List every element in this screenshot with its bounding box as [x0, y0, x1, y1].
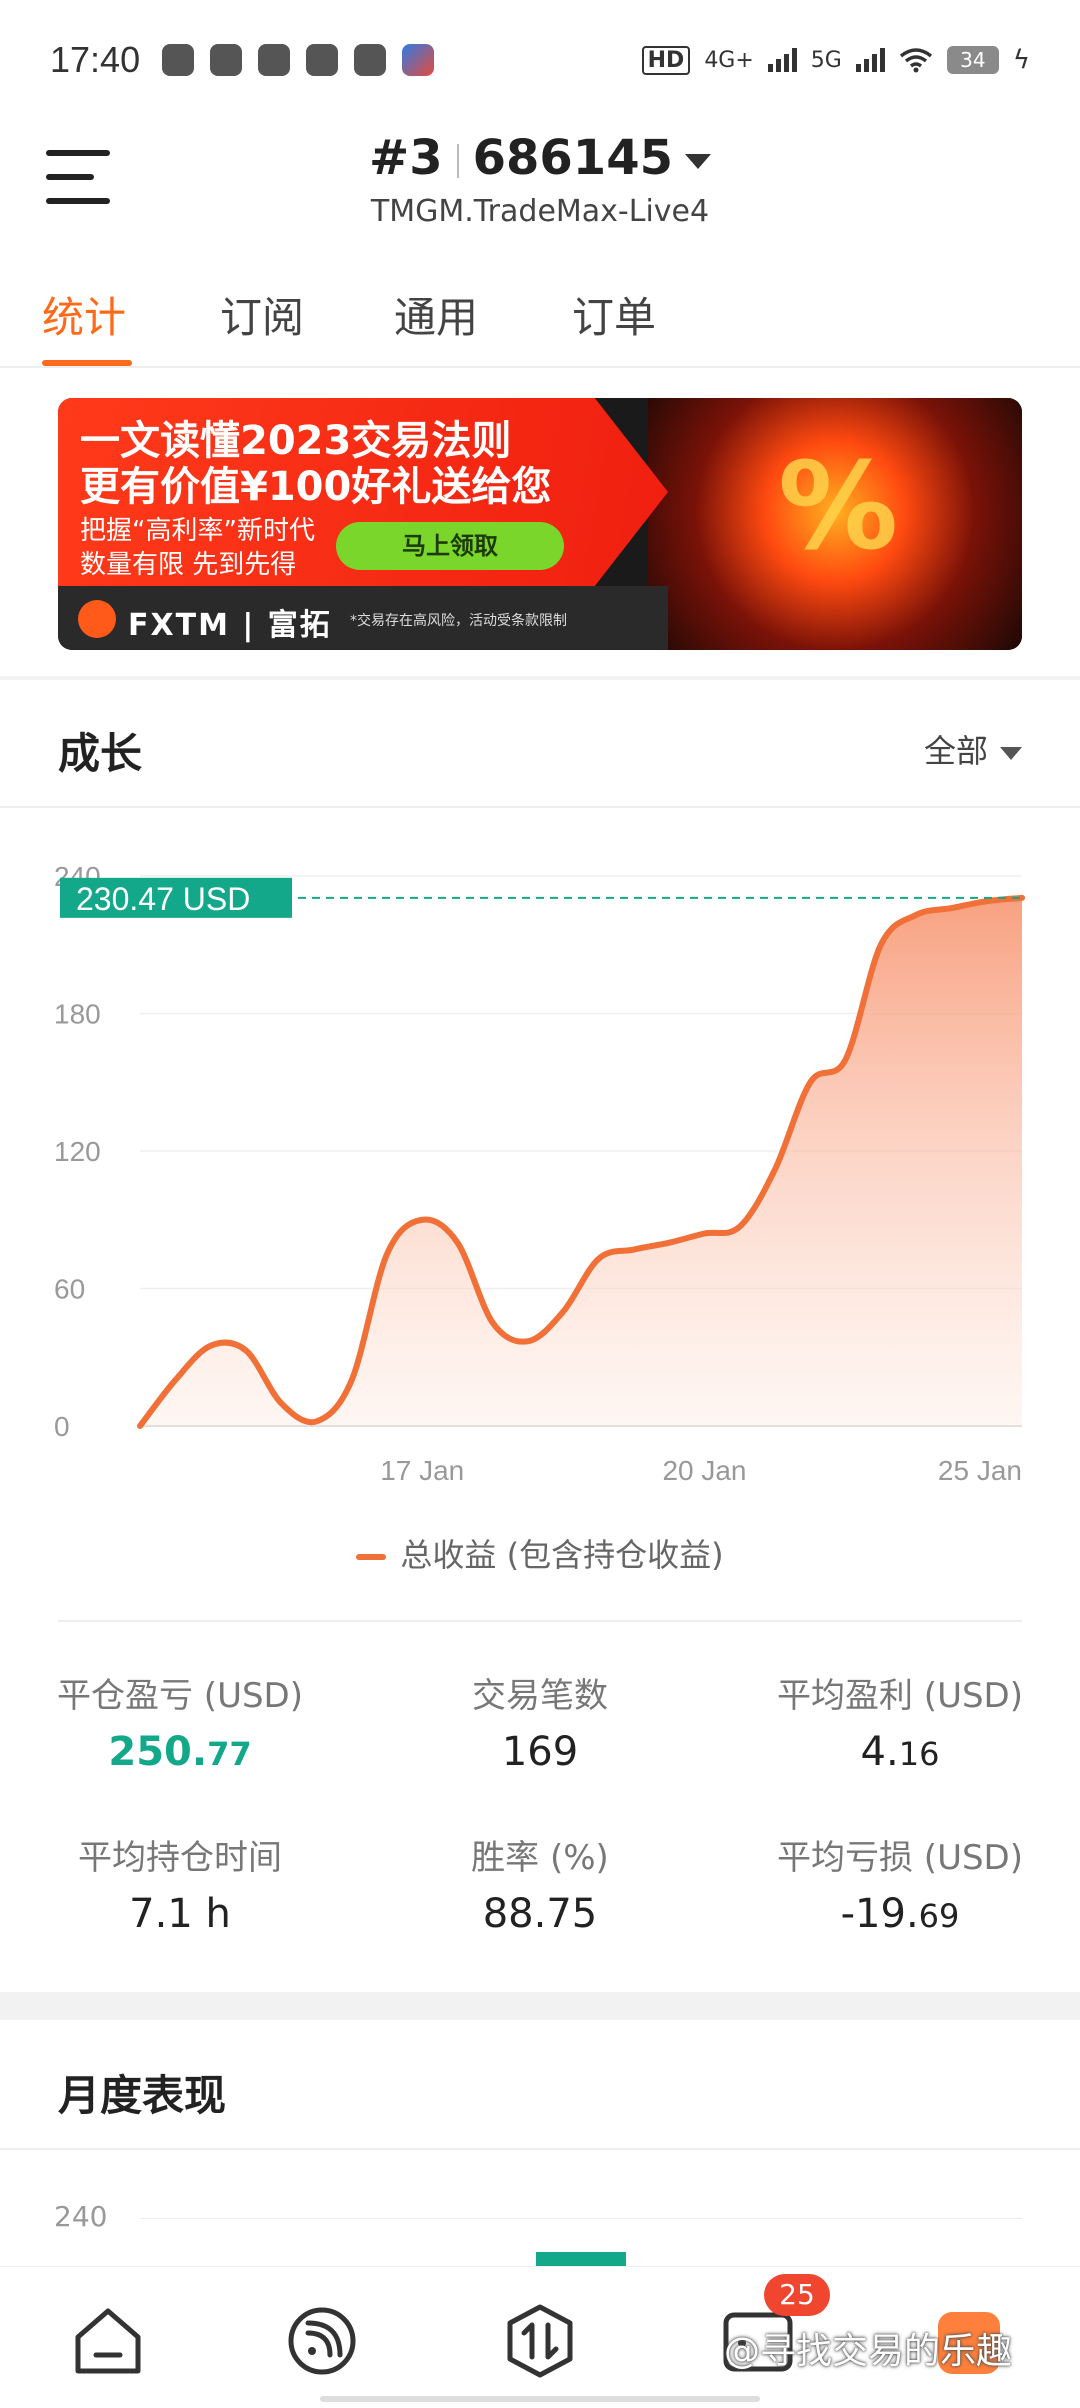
status-time: 17:40: [50, 39, 141, 80]
legend-swatch: [356, 1554, 387, 1560]
account-number: #3: [368, 130, 443, 186]
stats-divider: [58, 1620, 1022, 1622]
caret-down-icon: [1000, 746, 1022, 760]
stat-value: 250.77: [108, 1729, 252, 1775]
y-tick-label: 180: [54, 999, 101, 1030]
banner-percent-art: %: [778, 438, 899, 577]
banner-claim-button[interactable]: 马上领取: [336, 522, 564, 570]
app-notification-icon: [354, 44, 387, 76]
account-id: 686145: [472, 130, 673, 186]
tab-subscribe[interactable]: 订阅: [220, 284, 304, 345]
active-tab-indicator: [42, 360, 132, 366]
x-tick-label: 20 Jan: [662, 1455, 746, 1486]
brand-name: FXTM | 富拓: [128, 608, 332, 643]
growth-chart-svg: 060120180240 17 Jan 20 Jan 25 Jan 230.47 U…: [54, 861, 1025, 1486]
legend-label: 总收益 (包含持仓收益): [400, 1536, 724, 1574]
section-divider: [0, 806, 1080, 808]
feed-icon[interactable]: [284, 2303, 360, 2379]
stat-value: 169: [501, 1729, 579, 1775]
network-5g-label: 5G: [810, 47, 842, 73]
signal-icon: [767, 48, 797, 72]
stat-label: 胜率 (%): [471, 1838, 609, 1878]
stat-value: -19.69: [840, 1891, 960, 1937]
account-header: #3 686145 TMGM.TradeMax-Live4: [0, 120, 1080, 260]
monthly-gridline: [140, 2218, 1022, 2219]
app-notification-icon: [402, 44, 435, 76]
current-value-label: 230.47 USD: [76, 881, 250, 917]
banner-artwork: %: [648, 398, 1022, 650]
status-bar: 17:40 HD 4G+ 5G 34 ϟ: [0, 0, 1080, 120]
section-divider: [0, 676, 1080, 680]
promo-banner[interactable]: % 一文读懂2023交易法则 更有价值¥100好礼送给您 把握“高利率”新时代 …: [58, 398, 1022, 650]
stat-avg-profit: 平均盈利 (USD) 4.16: [720, 1668, 1080, 1775]
banner-subtitle-line2: 数量有限 先到先得: [80, 550, 297, 580]
wifi-icon: [899, 48, 932, 73]
system-status: HD 4G+ 5G 34 ϟ: [641, 45, 1030, 75]
home-indicator[interactable]: [320, 2396, 760, 2402]
app-notification-icon: [258, 44, 291, 76]
growth-area: [140, 897, 1022, 1426]
app-notification-icon: [162, 44, 195, 76]
section-divider: [0, 1992, 1080, 2020]
monthly-section-title: 月度表现: [58, 2071, 227, 2120]
network-4g-label: 4G+: [704, 47, 754, 73]
growth-period-filter[interactable]: 全部: [924, 726, 1022, 772]
trade-icon[interactable]: [502, 2303, 578, 2379]
y-tick-label: 60: [54, 1274, 85, 1305]
notification-icons: [162, 44, 435, 76]
stat-value: 88.75: [482, 1891, 598, 1937]
app-notification-icon: [210, 44, 243, 76]
stat-avg-loss: 平均亏损 (USD) -19.69: [720, 1830, 1080, 1937]
stat-label: 平均持仓时间: [78, 1838, 282, 1878]
y-tick-label: 120: [54, 1136, 101, 1167]
tab-bar: 统计 订阅 通用 订单: [0, 268, 1080, 368]
chevron-down-icon: [685, 153, 711, 169]
home-icon[interactable]: [70, 2303, 146, 2379]
banner-title-line2: 更有价值¥100好礼送给您: [80, 464, 552, 510]
banner-disclaimer: *交易存在高风险，活动受条款限制: [350, 613, 567, 629]
stat-label: 平均亏损 (USD): [777, 1838, 1023, 1878]
stat-label: 交易笔数: [472, 1676, 608, 1716]
charging-icon: ϟ: [1012, 45, 1030, 75]
stat-avg-hold-time: 平均持仓时间 7.1 h: [0, 1830, 360, 1937]
account-selector[interactable]: #3 686145: [0, 130, 1080, 186]
growth-filter-label: 全部: [923, 732, 988, 770]
banner-subtitle-line1: 把握“高利率”新时代: [80, 516, 315, 546]
y-tick-label: 0: [54, 1411, 70, 1442]
watermark: @寻找交易的乐趣: [724, 2331, 1013, 2372]
tab-general[interactable]: 通用: [394, 284, 478, 345]
banner-brand-strip: FXTM | 富拓 *交易存在高风险，活动受条款限制: [58, 586, 668, 650]
app-notification-icon: [306, 44, 339, 76]
stat-closed-pnl: 平仓盈亏 (USD) 250.77: [0, 1668, 360, 1775]
stat-value: 7.1 h: [129, 1891, 231, 1937]
signal-icon: [855, 48, 885, 72]
tab-statistics[interactable]: 统计: [42, 284, 126, 345]
tab-orders[interactable]: 订单: [572, 284, 656, 345]
battery-icon: 34: [946, 46, 999, 74]
x-tick-label: 25 Jan: [938, 1455, 1022, 1486]
chart-legend: 总收益 (包含持仓收益): [0, 1530, 1080, 1576]
server-name: TMGM.TradeMax-Live4: [370, 194, 710, 229]
notification-badge: 25: [764, 2274, 830, 2316]
stat-trade-count: 交易笔数 169: [360, 1668, 720, 1775]
hd-indicator: HD: [641, 45, 691, 75]
growth-chart: 0 60 120 180 240 17 Jan 20 Jan 25 Jan 230.47 U…: [0, 840, 1080, 1560]
stat-label: 平仓盈亏 (USD): [57, 1676, 303, 1716]
growth-section-title: 成长: [58, 729, 143, 778]
stat-win-rate: 胜率 (%) 88.75: [360, 1830, 720, 1937]
monthly-y-tick: 240: [54, 2200, 108, 2233]
stat-label: 平均盈利 (USD): [777, 1676, 1023, 1716]
stat-value: 4.16: [860, 1729, 940, 1775]
section-divider: [0, 2148, 1080, 2150]
x-tick-label: 17 Jan: [380, 1455, 464, 1486]
fxtm-logo-icon: [78, 600, 116, 638]
